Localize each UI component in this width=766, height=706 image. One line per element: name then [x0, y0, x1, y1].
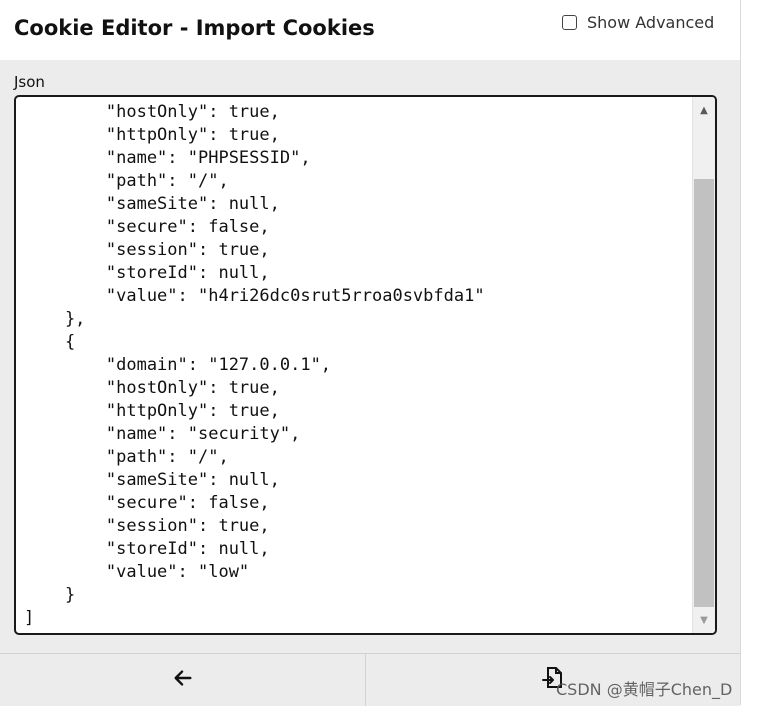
vertical-scrollbar[interactable]: ▲ ▼ [692, 97, 715, 633]
json-textarea[interactable]: "hostOnly": true, "httpOnly": true, "nam… [14, 95, 717, 635]
scrollbar-thumb[interactable] [694, 179, 714, 607]
arrow-left-icon [172, 667, 194, 693]
show-advanced-toggle[interactable]: Show Advanced [562, 13, 714, 32]
page-title: Cookie Editor - Import Cookies [14, 16, 375, 40]
json-label: Json [14, 73, 45, 91]
scroll-up-arrow-icon[interactable]: ▲ [693, 99, 715, 121]
show-advanced-label[interactable]: Show Advanced [587, 13, 714, 32]
back-button[interactable] [0, 654, 366, 706]
import-cookies-panel: Cookie Editor - Import Cookies Show Adva… [0, 0, 741, 706]
header: Cookie Editor - Import Cookies Show Adva… [0, 0, 740, 60]
scroll-down-arrow-icon[interactable]: ▼ [693, 609, 715, 631]
show-advanced-checkbox[interactable] [562, 15, 577, 30]
json-content[interactable]: "hostOnly": true, "httpOnly": true, "nam… [24, 101, 485, 630]
watermark: CSDN @黄帽子Chen_D [556, 680, 733, 699]
